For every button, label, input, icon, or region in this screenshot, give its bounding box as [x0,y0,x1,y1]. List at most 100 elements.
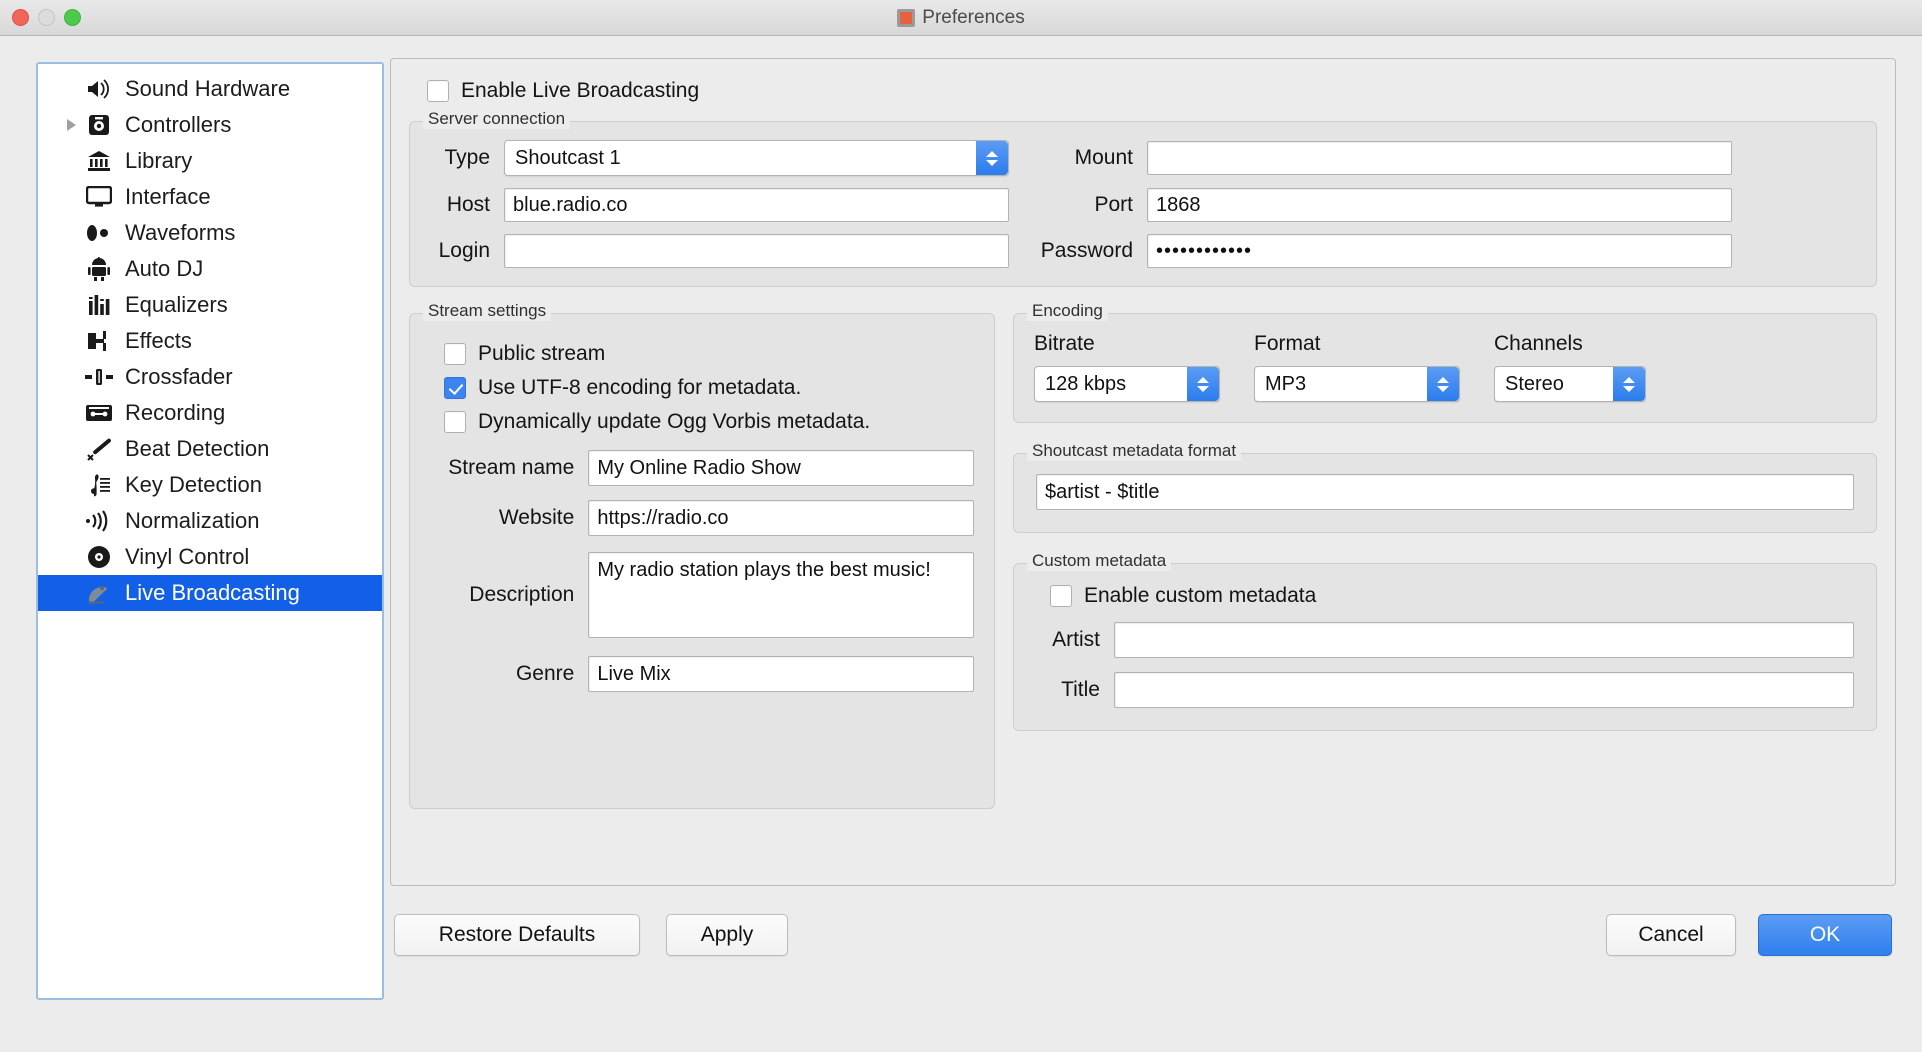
mount-input[interactable] [1147,141,1732,175]
sidebar-item-auto-dj[interactable]: Auto DJ [38,251,382,287]
library-icon [82,147,116,175]
enable-live-broadcasting-checkbox[interactable] [427,80,449,102]
sidebar-item-effects[interactable]: Effects [38,323,382,359]
title-row: Title [1036,672,1854,708]
sidebar-item-label: Live Broadcasting [125,580,300,605]
sidebar-item-recording[interactable]: Recording [38,395,382,431]
host-port-row: Host blue.radio.co Port 1868 [432,188,1854,222]
port-input[interactable]: 1868 [1147,188,1732,222]
utf8-checkbox[interactable] [444,377,466,399]
sidebar-item-waveforms[interactable]: Waveforms [38,215,382,251]
stream-name-input[interactable]: My Online Radio Show [588,450,974,486]
sidebar-item-interface[interactable]: Interface [38,179,382,215]
genre-row: Genre Live Mix [430,656,974,692]
shoutcast-metadata-legend: Shoutcast metadata format [1027,441,1242,461]
sidebar-item-vinyl-control[interactable]: Vinyl Control [38,539,382,575]
preferences-content: Enable Live Broadcasting Server connecti… [384,36,1922,1052]
artist-input[interactable] [1114,622,1854,658]
format-label: Format [1254,332,1321,355]
sidebar-item-label: Vinyl Control [125,544,250,569]
ogg-vorbis-row[interactable]: Dynamically update Ogg Vorbis metadata. [444,410,974,434]
password-input[interactable]: •••••••••••• [1147,234,1732,268]
login-input[interactable] [504,234,1009,268]
stream-name-input-value: My Online Radio Show [597,456,801,479]
custom-metadata-legend: Custom metadata [1027,551,1172,571]
sidebar-indent [60,251,82,287]
stream-settings-legend: Stream settings [423,301,552,321]
sidebar-item-label: Effects [125,328,192,353]
sidebar-item-label: Recording [125,400,226,425]
bitrate-combobox[interactable]: 128 kbps [1034,366,1220,402]
bitrate-combobox-stepper[interactable] [1187,367,1219,401]
sidebar-indent [60,215,82,251]
stream-settings-column: Stream settings Public stream Use UTF-8 … [409,301,995,809]
title-label: Title [1061,678,1100,701]
description-textarea[interactable]: My radio station plays the best music! [588,552,974,638]
sidebar-item-live-broadcasting[interactable]: Live Broadcasting [38,575,382,611]
minimize-window-button[interactable] [38,9,55,26]
format-combobox-stepper[interactable] [1427,367,1459,401]
utf8-row[interactable]: Use UTF-8 encoding for metadata. [444,376,974,400]
window-traffic-lights [12,9,81,26]
ogg-vorbis-checkbox[interactable] [444,411,466,433]
volume-waves-icon [82,507,116,535]
channels-combobox-stepper[interactable] [1613,367,1645,401]
public-stream-row[interactable]: Public stream [444,342,974,366]
expand-arrow-icon[interactable] [60,107,82,143]
sidebar-indent [60,467,82,503]
effects-icon [82,327,116,355]
sidebar-indent [60,395,82,431]
ok-button[interactable]: OK [1758,914,1892,956]
enable-custom-metadata-checkbox[interactable] [1050,585,1072,607]
apply-button[interactable]: Apply [666,914,788,956]
password-input-value: •••••••••••• [1156,239,1253,262]
shoutcast-metadata-input-value: $artist - $title [1045,480,1160,503]
close-window-button[interactable] [12,9,29,26]
vinyl-icon [82,543,116,571]
login-password-row: Login Password •••••••••••• [432,234,1854,268]
enable-live-broadcasting-row[interactable]: Enable Live Broadcasting [427,79,1877,103]
type-combobox[interactable]: Shoutcast 1 [504,140,1009,176]
type-combobox-value: Shoutcast 1 [515,146,621,169]
website-input[interactable]: https://radio.co [588,500,974,536]
title-input[interactable] [1114,672,1854,708]
sidebar-item-label: Key Detection [125,472,262,497]
preferences-sidebar[interactable]: Sound Hardware Controllers Library Interfac… [36,62,384,1000]
sidebar-item-label: Auto DJ [125,256,204,281]
enable-custom-metadata-row[interactable]: Enable custom metadata [1050,584,1854,608]
sidebar-item-beat-detection[interactable]: Beat Detection [38,431,382,467]
sidebar-item-label: Waveforms [125,220,236,245]
sidebar-indent [60,575,82,611]
description-label: Description [469,583,575,606]
sidebar-item-sound-hardware[interactable]: Sound Hardware [38,71,382,107]
sidebar-item-equalizers[interactable]: Equalizers [38,287,382,323]
genre-input[interactable]: Live Mix [588,656,974,692]
sidebar-indent [60,179,82,215]
restore-defaults-button[interactable]: Restore Defaults [394,914,640,956]
bitrate-field: Bitrate 128 kbps [1034,332,1226,402]
host-input[interactable]: blue.radio.co [504,188,1009,222]
public-stream-checkbox[interactable] [444,343,466,365]
sidebar-indent [60,539,82,575]
sidebar-container: Sound Hardware Controllers Library Interfac… [0,36,384,1052]
sidebar-item-controllers[interactable]: Controllers [38,107,382,143]
shoutcast-metadata-input[interactable]: $artist - $title [1036,474,1854,510]
app-icon [897,8,916,27]
password-label: Password [1040,239,1133,262]
format-field: Format MP3 [1254,332,1466,402]
zoom-window-button[interactable] [64,9,81,26]
host-input-value: blue.radio.co [513,193,628,216]
sidebar-item-library[interactable]: Library [38,143,382,179]
window-body: Sound Hardware Controllers Library Interfac… [0,36,1922,1052]
sidebar-item-crossfader[interactable]: Crossfader [38,359,382,395]
format-combobox[interactable]: MP3 [1254,366,1460,402]
crossfader-icon [82,363,116,391]
speaker-icon [82,75,116,103]
cancel-button[interactable]: Cancel [1606,914,1736,956]
sidebar-item-normalization[interactable]: Normalization [38,503,382,539]
login-label: Login [438,239,490,262]
channels-combobox[interactable]: Stereo [1494,366,1646,402]
description-row: Description My radio station plays the b… [430,552,974,638]
type-combobox-stepper[interactable] [976,141,1008,175]
sidebar-item-key-detection[interactable]: Key Detection [38,467,382,503]
